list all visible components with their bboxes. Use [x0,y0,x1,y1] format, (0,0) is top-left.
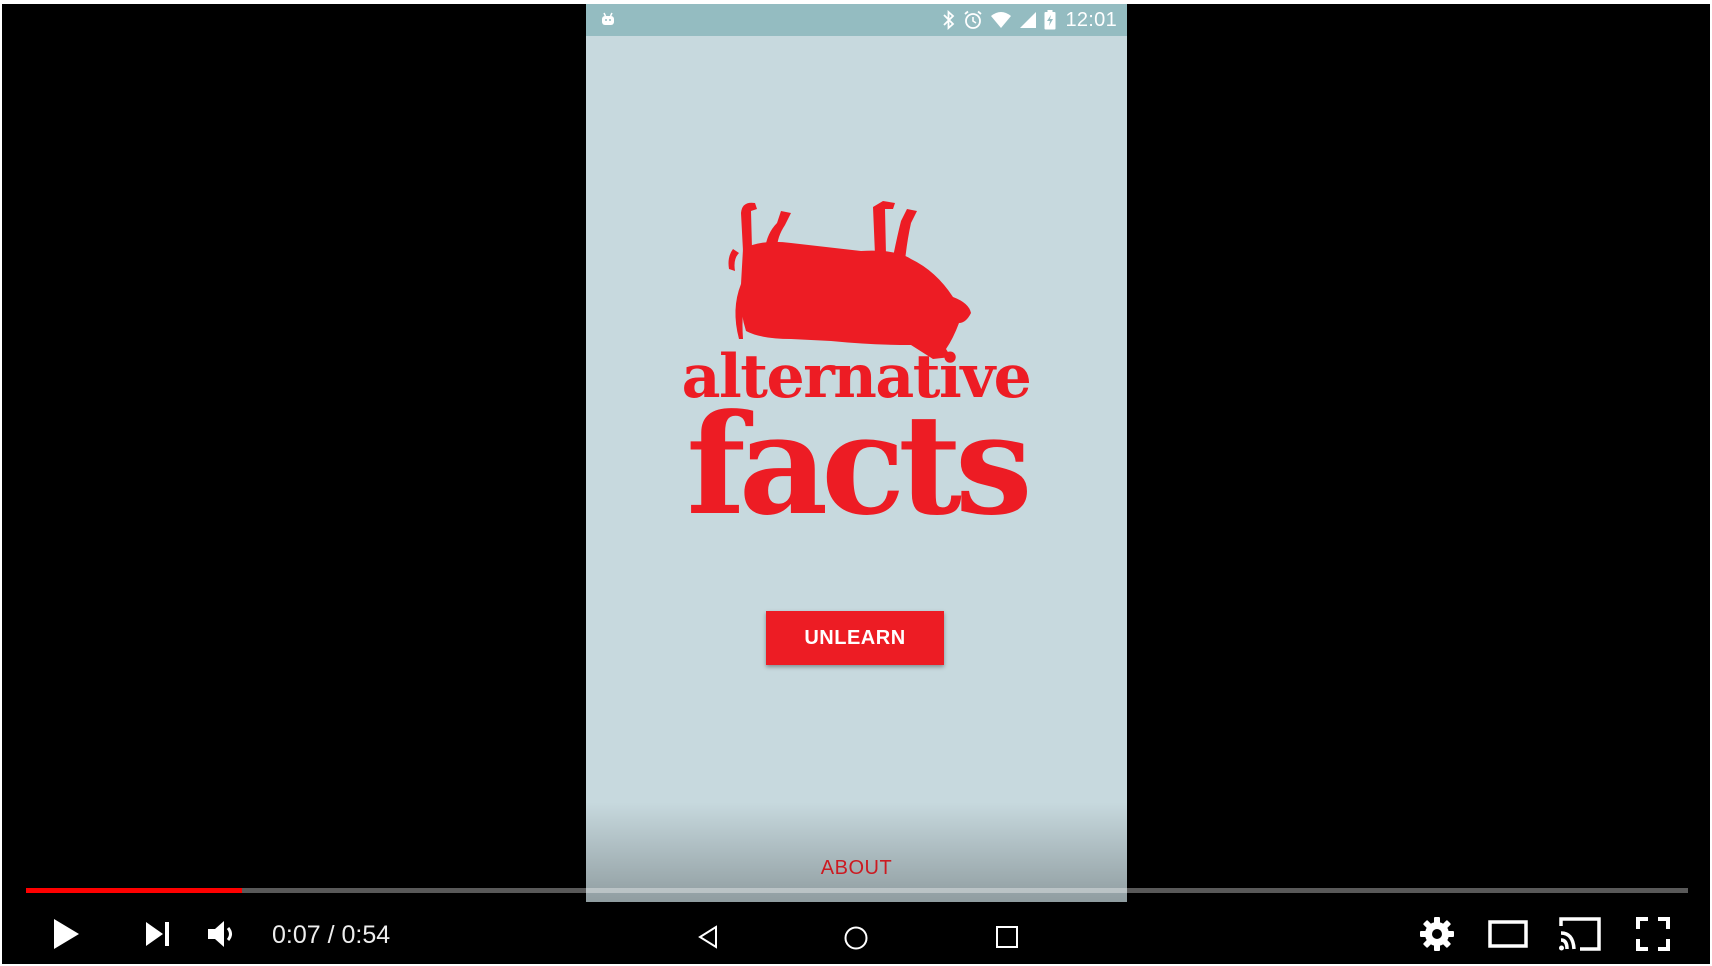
phone-screen: 12:01 alternative facts UNLEARN ABOUT [586,4,1127,902]
settings-icon [1420,917,1454,951]
cast-button[interactable] [1556,914,1604,954]
phone-nav-bar [686,914,1026,954]
back-icon[interactable] [696,925,720,949]
next-icon [146,922,169,946]
time-display: 0:07 / 0:54 [272,921,391,949]
next-button[interactable] [138,914,178,954]
video-player[interactable]: 12:01 alternative facts UNLEARN ABOUT 0:… [2,4,1710,964]
about-link[interactable]: ABOUT [586,857,1127,880]
logo-word-facts: facts [686,383,1032,546]
app-logo: alternative facts [666,199,1046,559]
theater-mode-button[interactable] [1485,914,1531,954]
unlearn-button[interactable]: UNLEARN [766,611,944,665]
volume-icon [208,921,232,947]
progress-bar[interactable] [26,888,1688,893]
recents-icon[interactable] [996,926,1018,948]
battery-charging-icon [1044,10,1056,30]
cell-signal-icon [1020,12,1037,28]
status-clock: 12:01 [1065,8,1117,31]
home-icon[interactable] [843,925,869,951]
play-icon [54,919,79,949]
cast-icon [1559,917,1601,951]
bottom-gradient-overlay [586,802,1127,902]
progress-fill [26,888,242,893]
status-bar: 12:01 [586,4,1127,36]
android-debug-icon [602,12,614,25]
bluetooth-icon [943,10,955,30]
duration: 0:54 [341,921,391,949]
fullscreen-button[interactable] [1630,914,1676,954]
theater-mode-icon [1488,920,1528,948]
volume-button[interactable] [202,914,242,954]
settings-button[interactable] [1414,914,1460,954]
play-button[interactable] [46,914,86,954]
fullscreen-icon [1636,917,1670,951]
alarm-icon [964,10,983,29]
player-controls: 0:07 / 0:54 [2,904,1710,964]
wifi-icon [991,12,1012,28]
current-time: 0:07 [272,921,321,949]
